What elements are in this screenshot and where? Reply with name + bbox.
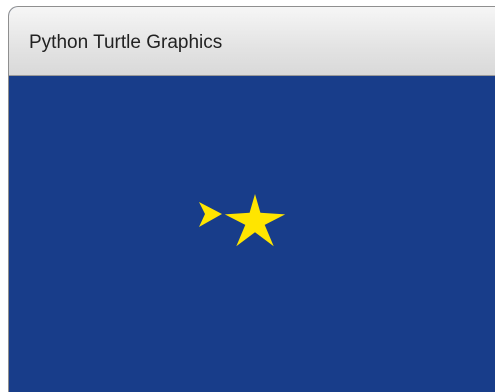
star-shape xyxy=(224,194,286,247)
title-bar[interactable]: Python Turtle Graphics xyxy=(9,7,495,76)
window-title: Python Turtle Graphics xyxy=(29,32,223,53)
turtle-window: Python Turtle Graphics xyxy=(8,6,495,392)
drawing-canvas[interactable] xyxy=(9,76,495,392)
canvas-drawing xyxy=(199,194,286,247)
turtle-cursor-icon xyxy=(199,202,222,227)
